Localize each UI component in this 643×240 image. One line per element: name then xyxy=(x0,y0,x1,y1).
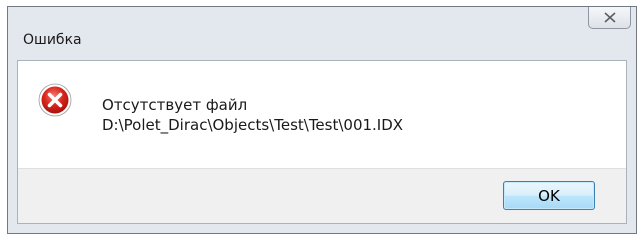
button-bar: OK xyxy=(18,168,626,223)
dialog-content: Отсутствует файл D:\Polet_Dirac\Objects\… xyxy=(17,60,627,224)
message-file-path: D:\Polet_Dirac\Objects\Test\Test\001.IDX xyxy=(102,116,404,134)
message-line-1: Отсутствует файл xyxy=(102,96,248,114)
close-icon xyxy=(603,12,616,23)
error-icon xyxy=(38,83,72,117)
title-bar[interactable]: Ошибка xyxy=(8,7,636,59)
error-dialog-window: Ошибка Отсутствует файл D:\Polet_Dirac\O… xyxy=(7,6,637,234)
close-button[interactable] xyxy=(588,7,631,29)
window-title: Ошибка xyxy=(23,32,82,48)
ok-button[interactable]: OK xyxy=(503,181,595,210)
error-message: Отсутствует файл D:\Polet_Dirac\Objects\… xyxy=(102,95,403,135)
